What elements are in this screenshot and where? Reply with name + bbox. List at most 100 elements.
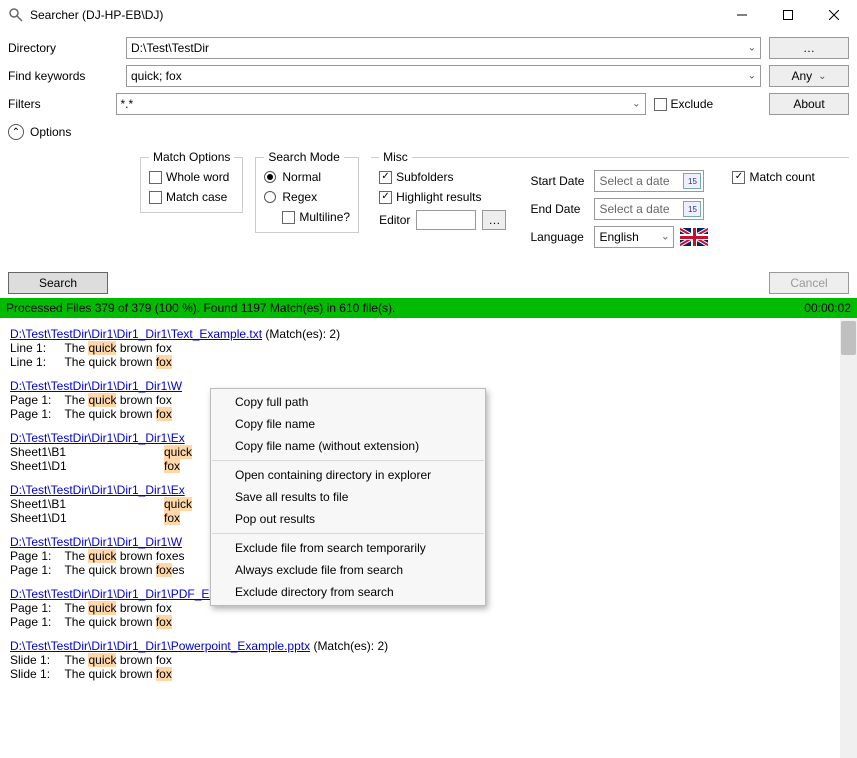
app-icon [8, 7, 24, 23]
line-location: Page 1: [10, 407, 58, 421]
result-line: Slide 1: The quick brown fox [10, 667, 847, 681]
end-date-picker[interactable]: Select a date15 [594, 198, 704, 220]
menu-item[interactable]: Open containing directory in explorer [211, 464, 485, 486]
line-location: Page 1: [10, 393, 58, 407]
menu-separator [212, 533, 484, 534]
normal-radio[interactable]: Normal [264, 170, 350, 184]
browse-button[interactable]: … [769, 37, 849, 59]
normal-label: Normal [282, 170, 321, 184]
menu-item[interactable]: Copy file name (without extension) [211, 435, 485, 457]
options-toggle[interactable]: ⌃ Options [0, 118, 857, 146]
line-location: Page 1: [10, 563, 58, 577]
menu-item[interactable]: Exclude directory from search [211, 581, 485, 603]
file-link[interactable]: D:\Test\TestDir\Dir1\Dir1_Dir1\Ex [10, 483, 185, 497]
uk-flag-icon [680, 228, 708, 246]
multiline-checkbox[interactable]: Multiline? [282, 210, 350, 224]
whole-word-checkbox[interactable]: Whole word [149, 170, 234, 184]
match-case-checkbox[interactable]: Match case [149, 190, 234, 204]
context-menu: Copy full pathCopy file nameCopy file na… [210, 388, 486, 606]
menu-item[interactable]: Always exclude file from search [211, 559, 485, 581]
cell-text: fox [164, 459, 180, 473]
keyword-mode-button[interactable]: Any⌄ [769, 65, 849, 87]
checkbox-icon [282, 211, 295, 224]
result-block: D:\Test\TestDir\Dir1\Dir1_Dir1\Powerpoin… [10, 639, 847, 681]
language-select[interactable]: English⌄ [594, 226, 674, 248]
editor-browse-button[interactable]: … [482, 210, 506, 230]
file-link[interactable]: D:\Test\TestDir\Dir1\Dir1_Dir1\Ex [10, 431, 185, 445]
chevron-down-icon: ⌄ [748, 43, 756, 54]
checkbox-icon [732, 171, 745, 184]
directory-value: D:\Test\TestDir [131, 41, 209, 55]
cell-location: Sheet1\D1 [10, 459, 80, 473]
language-value: English [599, 230, 638, 244]
line-location: Page 1: [10, 601, 58, 615]
line-text: The quick brown fox [58, 615, 172, 629]
calendar-icon: 15 [683, 201, 701, 217]
search-form: Directory D:\Test\TestDir⌄ … Find keywor… [0, 30, 857, 118]
line-location: Page 1: [10, 615, 58, 629]
checkbox-icon [149, 171, 162, 184]
scrollbar[interactable] [840, 319, 857, 758]
menu-item[interactable]: Save all results to file [211, 486, 485, 508]
highlight-span: fox [164, 511, 180, 525]
match-count-text: (Match(es): 2) [310, 639, 388, 653]
filters-label: Filters [8, 97, 108, 111]
directory-input[interactable]: D:\Test\TestDir ⌄ [126, 37, 761, 59]
menu-separator [212, 460, 484, 461]
line-text: The quick brown fox [58, 393, 172, 407]
line-text: The quick brown foxes [58, 563, 185, 577]
cell-location: Sheet1\D1 [10, 511, 80, 525]
search-mode-group: Search Mode Normal Regex Multiline? [255, 150, 359, 233]
menu-item[interactable]: Copy file name [211, 413, 485, 435]
match-options-legend: Match Options [149, 150, 234, 164]
highlight-span: quick [88, 549, 116, 563]
chevron-down-icon: ⌄ [818, 71, 826, 82]
result-line: Page 1: The quick brown fox [10, 615, 847, 629]
file-link[interactable]: D:\Test\TestDir\Dir1\Dir1_Dir1\Text_Exam… [10, 327, 262, 341]
menu-item[interactable]: Exclude file from search temporarily [211, 537, 485, 559]
minimize-button[interactable] [719, 0, 765, 30]
checkbox-icon [379, 171, 392, 184]
highlight-span: fox [156, 355, 172, 369]
keywords-value: quick; fox [131, 69, 182, 83]
keywords-input[interactable]: quick; fox⌄ [126, 65, 761, 87]
radio-icon [264, 191, 276, 203]
multiline-label: Multiline? [299, 210, 350, 224]
cell-text: fox [164, 511, 180, 525]
window-title: Searcher (DJ-HP-EB\DJ) [30, 8, 719, 22]
filters-input[interactable]: *.* ⌄ [116, 93, 646, 115]
file-link[interactable]: D:\Test\TestDir\Dir1\Dir1_Dir1\W [10, 535, 182, 549]
exclude-checkbox[interactable]: Exclude [654, 97, 754, 111]
regex-label: Regex [282, 190, 317, 204]
maximize-button[interactable] [765, 0, 811, 30]
about-button[interactable]: About [769, 93, 849, 115]
cancel-label: Cancel [790, 276, 827, 290]
match-count-checkbox[interactable]: Match count [732, 170, 814, 184]
file-link[interactable]: D:\Test\TestDir\Dir1\Dir1_Dir1\Powerpoin… [10, 639, 310, 653]
regex-radio[interactable]: Regex [264, 190, 350, 204]
action-row: Search Cancel [0, 268, 857, 298]
language-label: Language [530, 230, 584, 244]
line-text: The quick brown fox [58, 601, 172, 615]
file-link[interactable]: D:\Test\TestDir\Dir1\Dir1_Dir1\W [10, 379, 182, 393]
highlight-checkbox[interactable]: Highlight results [379, 190, 506, 204]
close-button[interactable] [811, 0, 857, 30]
highlight-span: fox [164, 459, 180, 473]
cancel-button[interactable]: Cancel [769, 272, 849, 294]
misc-legend: Misc [379, 150, 412, 164]
editor-label: Editor [379, 213, 410, 227]
chevron-down-icon: ⌄ [632, 99, 640, 110]
editor-input[interactable] [416, 210, 476, 230]
status-time: 00:00:02 [804, 301, 851, 315]
cell-location: Sheet1\B1 [10, 445, 80, 459]
search-button[interactable]: Search [8, 272, 108, 294]
highlight-span: quick [88, 341, 116, 355]
filters-value: *.* [121, 97, 134, 111]
start-date-picker[interactable]: Select a date15 [594, 170, 704, 192]
result-line: Line 1: The quick brown fox [10, 341, 847, 355]
menu-item[interactable]: Copy full path [211, 391, 485, 413]
subfolders-checkbox[interactable]: Subfolders [379, 170, 506, 184]
highlight-span: quick [88, 653, 116, 667]
scrollbar-thumb[interactable] [841, 321, 856, 355]
menu-item[interactable]: Pop out results [211, 508, 485, 530]
